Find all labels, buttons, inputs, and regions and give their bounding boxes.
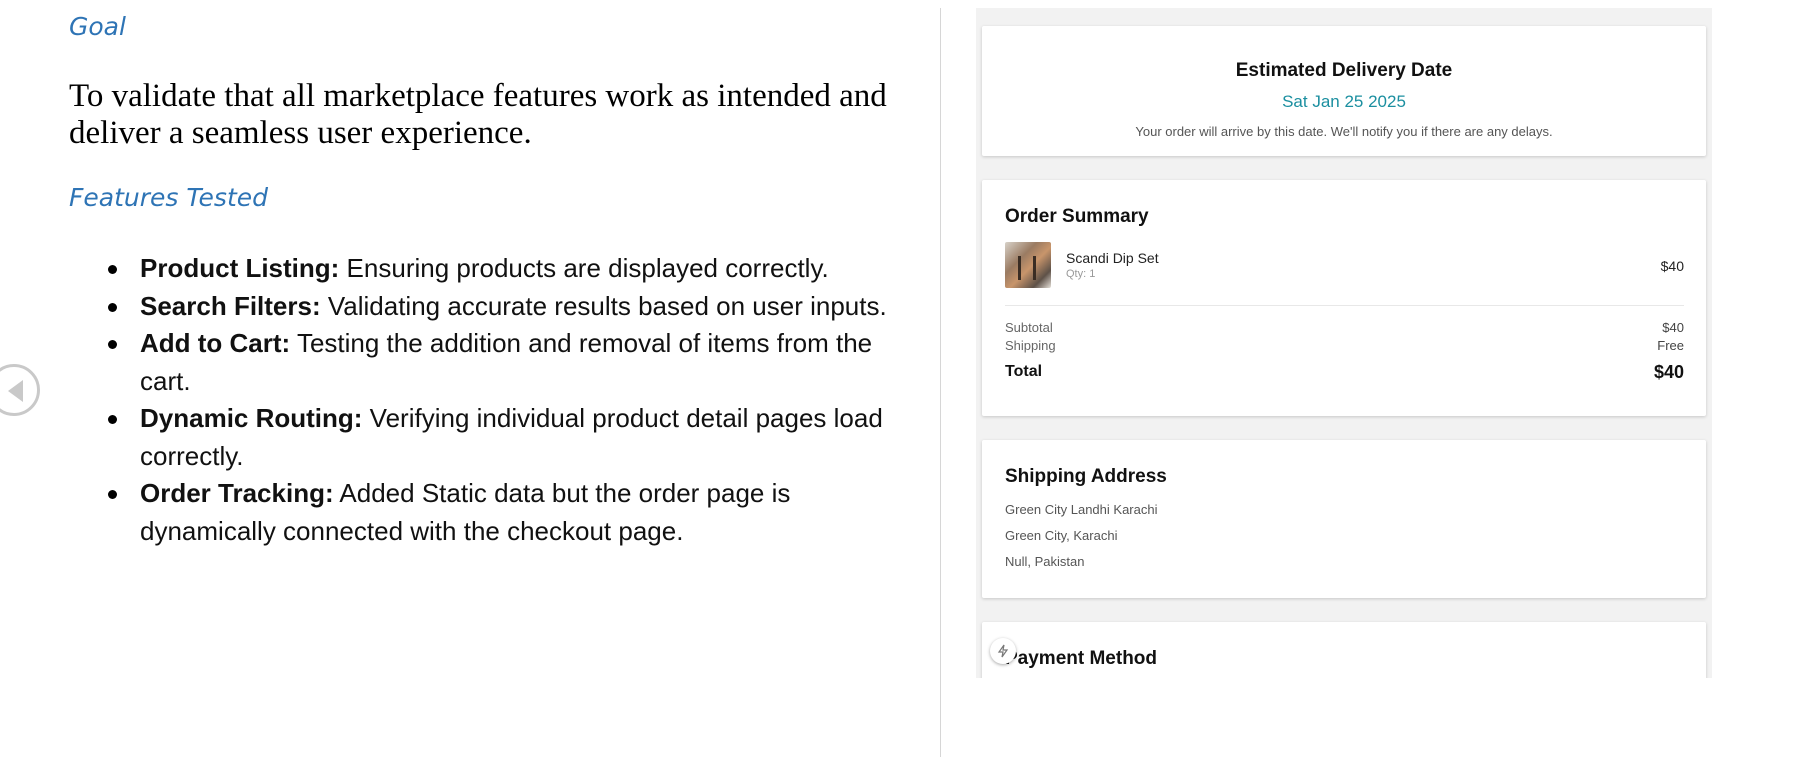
feature-term: Add to Cart: — [140, 328, 291, 358]
item-quantity: Qty: 1 — [1066, 268, 1096, 280]
total-value: $40 — [1653, 362, 1684, 382]
feature-term: Product Listing: — [140, 253, 340, 283]
list-item: Search Filters: Validating accurate resu… — [108, 288, 910, 326]
feature-term: Dynamic Routing: — [140, 403, 363, 433]
shipping-label: Shipping — [1005, 338, 1056, 353]
address-line: Green City, Karachi — [1005, 528, 1118, 543]
payment-method-title: Payment Method — [1005, 648, 1158, 669]
shipping-address-card: Shipping Address Green City Landhi Karac… — [982, 440, 1706, 598]
feature-term: Order Tracking: — [140, 478, 334, 508]
address-line: Null, Pakistan — [1005, 554, 1085, 569]
shipping-value: Free — [1657, 338, 1684, 353]
order-summary-card: Order Summary Scandi Dip Set Qty: 1 $40 … — [982, 180, 1706, 416]
delivery-title: Estimated Delivery Date — [1235, 60, 1453, 81]
address-line: Green City Landhi Karachi — [1005, 502, 1158, 517]
page-divider — [940, 8, 941, 757]
list-item: Product Listing: Ensuring products are d… — [108, 250, 910, 288]
features-list: Product Listing: Ensuring products are d… — [108, 250, 910, 550]
subtotal-value: $40 — [1662, 320, 1684, 335]
delivery-note: Your order will arrive by this date. We'… — [1135, 124, 1553, 139]
item-price: $40 — [1660, 258, 1684, 274]
payment-method-card: Payment Method — [982, 622, 1706, 678]
list-item: Order Tracking: Added Static data but th… — [108, 475, 910, 550]
item-name: Scandi Dip Set — [1066, 250, 1159, 266]
shipping-address-title: Shipping Address — [1005, 466, 1167, 487]
document-page: Goal To validate that all marketplace fe… — [0, 0, 940, 757]
features-heading: Features Tested — [69, 183, 268, 212]
order-summary-title: Order Summary — [1005, 206, 1149, 227]
list-item: Add to Cart: Testing the addition and re… — [108, 325, 910, 400]
delivery-card: Estimated Delivery Date Sat Jan 25 2025 … — [982, 26, 1706, 156]
feature-text: Validating accurate results based on use… — [320, 290, 887, 321]
feature-text: Ensuring products are displayed correctl… — [339, 253, 829, 283]
list-item: Dynamic Routing: Verifying individual pr… — [108, 400, 910, 475]
order-page-screenshot: Estimated Delivery Date Sat Jan 25 2025 … — [976, 8, 1712, 678]
subtotal-label: Subtotal — [1005, 320, 1053, 335]
previous-page-button[interactable] — [0, 364, 40, 416]
delivery-date: Sat Jan 25 2025 — [1282, 92, 1406, 111]
product-thumbnail — [1005, 242, 1051, 288]
total-label: Total — [1005, 363, 1043, 380]
goal-text: To validate that all marketplace feature… — [69, 78, 887, 151]
goal-heading: Goal — [69, 12, 126, 41]
bolt-icon[interactable] — [990, 638, 1016, 664]
feature-term: Search Filters: — [140, 290, 321, 321]
summary-divider — [1005, 305, 1684, 306]
